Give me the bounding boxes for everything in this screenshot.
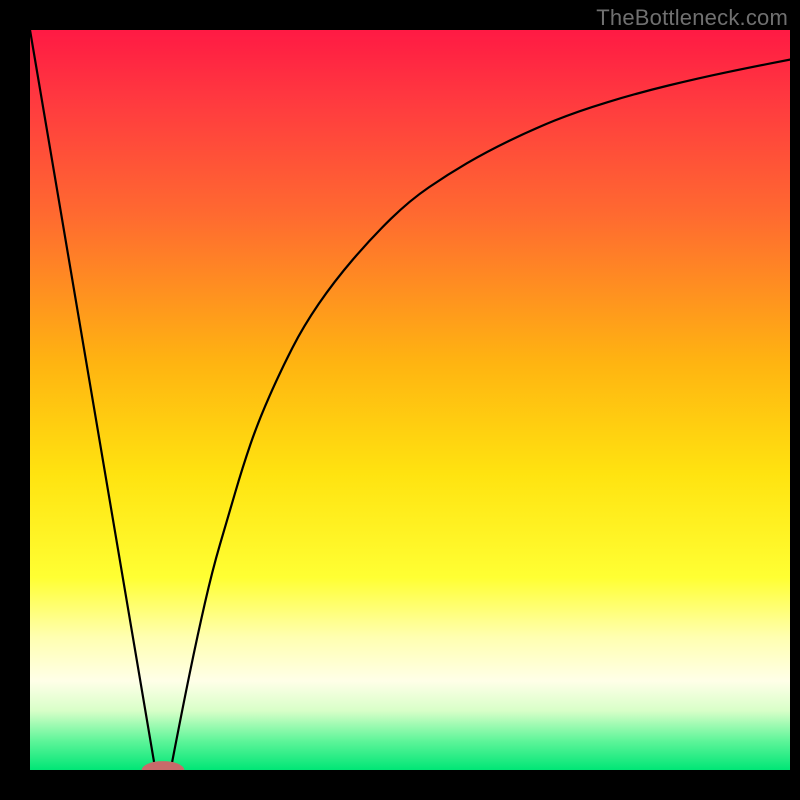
chart-frame: TheBottleneck.com [0, 0, 800, 800]
chart-plot [30, 30, 790, 770]
plot-background [30, 30, 790, 770]
watermark-text: TheBottleneck.com [596, 5, 788, 31]
